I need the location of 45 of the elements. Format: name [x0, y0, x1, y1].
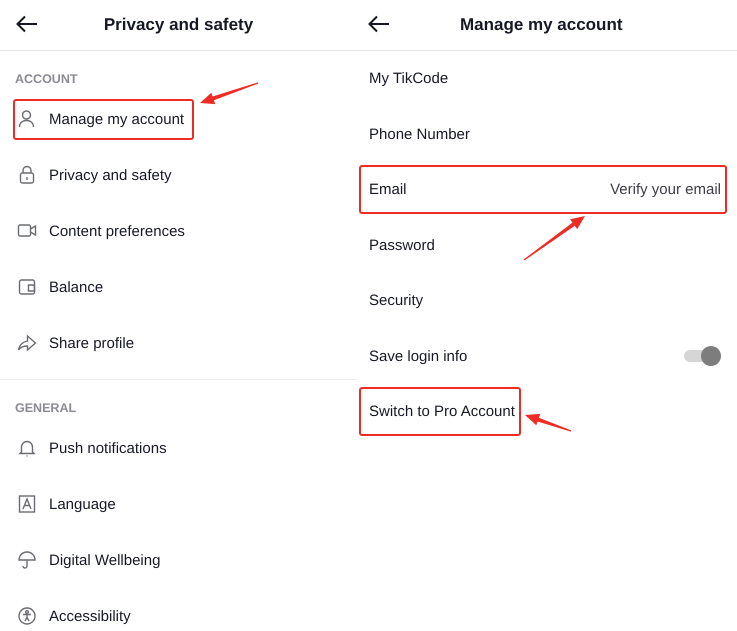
settings-row[interactable]: Save login info	[359, 332, 727, 381]
menu-item[interactable]: Push notifications	[13, 428, 177, 468]
section-label: ACCOUNT	[14, 71, 78, 88]
menu-item[interactable]: Content preferences	[13, 210, 195, 252]
menu-item[interactable]: Privacy and safety	[13, 154, 182, 196]
back-arrow-icon[interactable]	[16, 15, 38, 33]
setting-label: My TikCode	[369, 70, 448, 88]
settings-row[interactable]: My TikCode	[359, 54, 454, 104]
menu-item[interactable]: Accessibility	[13, 596, 141, 631]
settings-row[interactable]: Password	[359, 220, 441, 270]
menu-label: Language	[49, 496, 116, 512]
menu-item[interactable]: Language	[13, 484, 126, 524]
menu-label: Privacy and safety	[49, 166, 172, 184]
screen-title: Manage my account	[460, 15, 622, 35]
menu-label: Content preferences	[49, 222, 185, 240]
person-icon	[17, 109, 37, 129]
menu-item[interactable]: Balance	[13, 266, 114, 308]
back-arrow-icon[interactable]	[368, 15, 390, 33]
lock-icon	[17, 165, 37, 185]
setting-value: Verify your email	[610, 181, 721, 198]
umbrella-icon	[17, 550, 37, 570]
menu-label: Push notifications	[49, 440, 167, 456]
settings-row[interactable]: Security	[359, 276, 430, 326]
setting-label: Phone Number	[369, 126, 470, 143]
menu-item[interactable]: Share profile	[13, 322, 144, 364]
screen-title: Privacy and safety	[104, 15, 254, 35]
language-icon	[17, 494, 37, 514]
share-icon	[17, 333, 37, 353]
menu-label: Manage my account	[49, 110, 184, 128]
wallet-icon	[17, 277, 37, 297]
accessibility-icon	[17, 606, 37, 626]
setting-label: Password	[369, 236, 435, 254]
bell-icon	[17, 438, 37, 458]
section-label: GENERAL	[14, 400, 78, 417]
menu-label: Balance	[49, 278, 104, 296]
menu-label: Share profile	[49, 334, 134, 352]
setting-label: Email	[369, 181, 407, 198]
settings-row[interactable]: Phone Number	[359, 110, 476, 159]
menu-item[interactable]: Digital Wellbeing	[13, 540, 170, 580]
menu-label: Accessibility	[49, 608, 131, 624]
setting-label: Switch to Pro Account	[369, 403, 515, 420]
toggle-switch[interactable]	[683, 345, 721, 368]
setting-label: Save login info	[369, 348, 468, 365]
setting-label: Security	[369, 292, 424, 310]
menu-label: Digital Wellbeing	[49, 552, 160, 568]
